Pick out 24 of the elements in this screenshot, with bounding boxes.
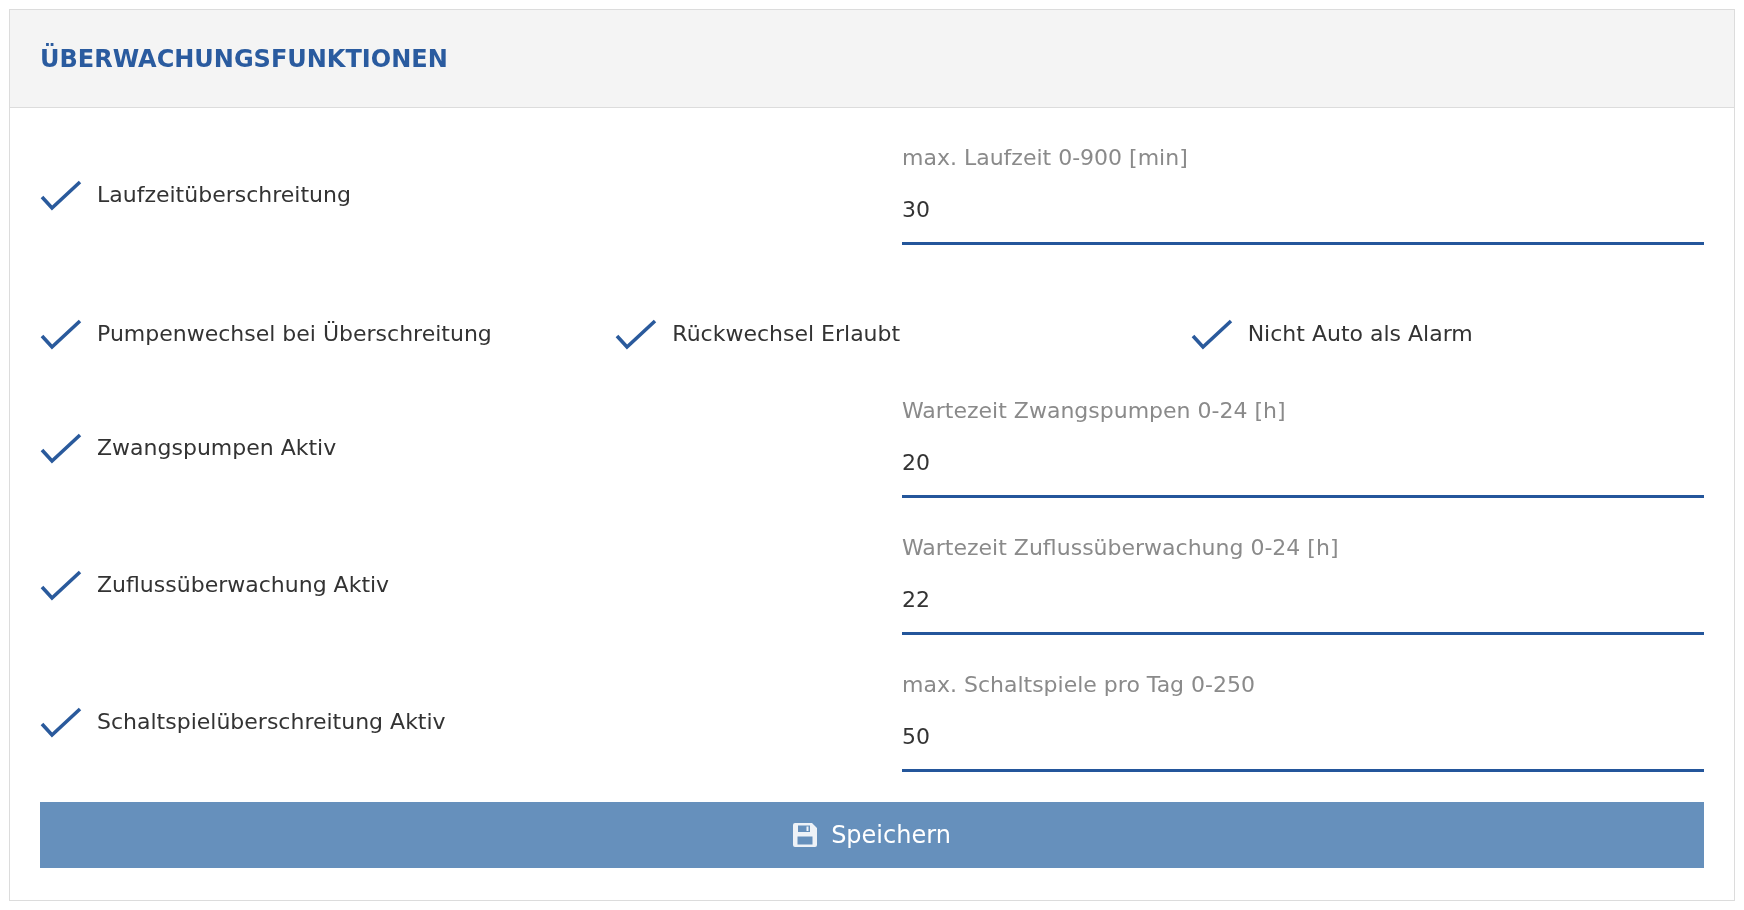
check-icon[interactable] — [40, 569, 82, 601]
field-label: Wartezeit Zuflussüberwachung 0-24 [h] — [902, 535, 1340, 560]
checkbox-label: Nicht Auto als Alarm — [1247, 320, 1473, 348]
checkbox-label: Zwangspumpen Aktiv — [97, 434, 337, 462]
checkbox-label: Pumpenwechsel bei Überschreitung — [97, 320, 492, 348]
number-field[interactable]: 50 — [902, 704, 1704, 772]
number-field[interactable]: 22 — [902, 567, 1704, 635]
field-label: Wartezeit Zwangspumpen 0-24 [h] — [902, 398, 1287, 423]
field-label: max. Schaltspiele pro Tag 0-250 — [902, 672, 1256, 697]
checkbox-label: Zuflussüberwachung Aktiv — [97, 571, 390, 599]
check-icon[interactable] — [1190, 318, 1233, 350]
checkbox-label: Laufzeitüberschreitung — [97, 181, 351, 209]
field-label: max. Laufzeit 0-900 [min] — [902, 145, 1189, 170]
check-icon[interactable] — [40, 179, 82, 211]
panel-title: ÜBERWACHUNGSFUNKTIONEN — [40, 44, 448, 73]
check-icon[interactable] — [40, 432, 82, 464]
checkbox-label: Rückwechsel Erlaubt — [672, 320, 901, 348]
check-icon[interactable] — [615, 318, 658, 350]
check-icon[interactable] — [40, 318, 82, 350]
check-icon[interactable] — [40, 706, 82, 738]
number-field[interactable]: 30 — [902, 177, 1704, 245]
number-field[interactable]: 20 — [902, 430, 1704, 498]
checkbox-label: Schaltspielüberschreitung Aktiv — [97, 708, 446, 736]
save-icon — [793, 823, 818, 847]
